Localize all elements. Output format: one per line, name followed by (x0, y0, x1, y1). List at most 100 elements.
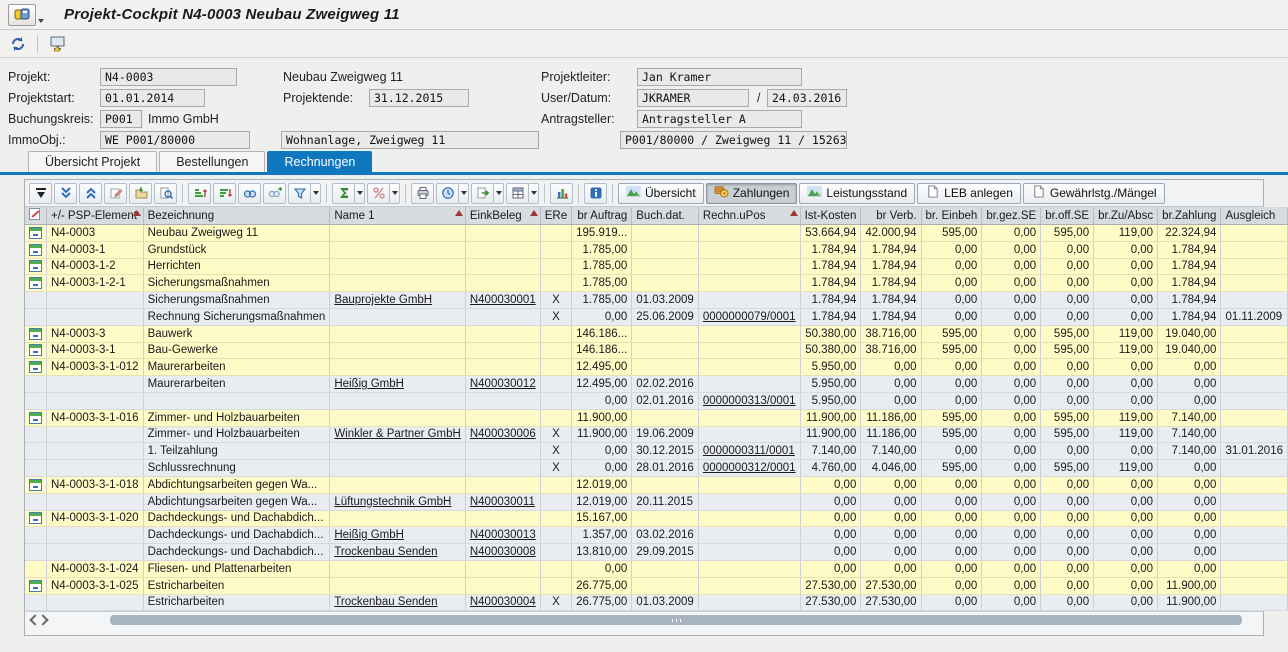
filter-button[interactable] (288, 183, 311, 204)
sort-ascending-button[interactable] (79, 183, 102, 204)
sum-button[interactable] (332, 183, 355, 204)
table-row[interactable]: N4-0003-3-1-016Zimmer- und Holzbauarbeit… (25, 409, 1288, 426)
leistungsstand-button[interactable]: Leistungsstand (799, 183, 915, 204)
rechnupos-link[interactable]: 0000000313/0001 (703, 395, 796, 407)
display-views-menu-caret[interactable] (459, 183, 469, 204)
-bersicht-button[interactable]: Übersicht (618, 183, 704, 204)
immoobj-description-field[interactable]: Wohnanlage, Zweigweg 11 (281, 131, 539, 149)
sort-bars-ascending-button[interactable] (188, 183, 211, 204)
rechnupos-link[interactable]: 0000000311/0001 (703, 445, 795, 457)
horizontal-scrollbar-thumb[interactable] (110, 615, 1242, 625)
copy-view-button[interactable] (129, 183, 152, 204)
binoculars-find-button[interactable] (238, 183, 261, 204)
hierarchy-node-icon[interactable] (29, 412, 42, 424)
info-button[interactable] (584, 183, 607, 204)
column-header-psp[interactable]: +/- PSP-Element (47, 207, 144, 225)
hierarchy-node-icon[interactable] (29, 227, 42, 239)
column-header-ere[interactable]: ERe (540, 207, 571, 225)
column-header-bez[interactable]: Bezeichnung (143, 207, 330, 225)
column-header-rechnupos[interactable]: Rechn.uPos (698, 207, 800, 225)
name1-link[interactable]: Lüftungstechnik GmbH (334, 496, 451, 508)
column-header-buchdat[interactable]: Buch.dat. (632, 207, 699, 225)
beleg-link[interactable]: N400030008 (470, 546, 536, 558)
immo-address-field[interactable]: P001/80000 / Zweigweg 11 / 15263 Oranien… (620, 131, 847, 149)
tab-rechnungen[interactable]: Rechnungen (267, 151, 372, 172)
chart-button[interactable] (550, 183, 573, 204)
print-button[interactable] (411, 183, 434, 204)
hierarchy-node-icon[interactable] (29, 580, 42, 592)
column-header-off[interactable]: br.off.SE (1041, 207, 1094, 225)
table-row[interactable]: 1. TeilzahlungX0,0030.12.20150000000311/… (25, 443, 1288, 460)
edit-button[interactable] (104, 183, 127, 204)
subtotal-button[interactable] (367, 183, 390, 204)
beleg-link[interactable]: N400030001 (470, 294, 536, 306)
datum-field[interactable]: 24.03.2016 (767, 89, 847, 107)
column-header-marker[interactable] (25, 207, 47, 225)
hierarchy-node-icon[interactable] (29, 512, 42, 524)
table-row[interactable]: EstricharbeitenTrockenbau SendenN4000300… (25, 594, 1288, 611)
beleg-link[interactable]: N400030012 (470, 378, 536, 390)
export-menu-caret[interactable] (494, 183, 504, 204)
services-menu-button[interactable] (8, 4, 36, 26)
rechnupos-link[interactable]: 0000000312/0001 (703, 462, 796, 474)
table-row[interactable]: N4-0003-3-1-020Dachdeckungs- und Dachabd… (25, 510, 1288, 527)
table-row[interactable]: N4-0003-3-1-025Estricharbeiten26.775,002… (25, 577, 1288, 594)
hierarchy-node-icon[interactable] (29, 344, 42, 356)
table-row[interactable]: N4-0003Neubau Zweigweg 11195.919...53.66… (25, 225, 1288, 242)
antragsteller-field[interactable]: Antragsteller A (637, 110, 802, 128)
projektende-field[interactable]: 31.12.2015 (369, 89, 469, 107)
user-field[interactable]: JKRAMER (637, 89, 749, 107)
binoculars-find-next-button[interactable] (263, 183, 286, 204)
column-header-zuabsc[interactable]: br.Zu/Absc (1094, 207, 1158, 225)
hierarchy-node-icon[interactable] (29, 479, 42, 491)
beleg-link[interactable]: N400030004 (470, 596, 536, 608)
column-header-name1[interactable]: Name 1 (330, 207, 466, 225)
name1-link[interactable]: Heißig GmbH (334, 378, 404, 390)
zahlungen-button[interactable]: Zahlungen (706, 183, 798, 204)
table-row[interactable]: N4-0003-1Grundstück1.785,001.784,941.784… (25, 241, 1288, 258)
column-header-auftrag[interactable]: br Auftrag (572, 207, 632, 225)
services-menu-caret[interactable] (36, 4, 46, 26)
column-header-ausgleich[interactable]: Ausgleich (1221, 207, 1288, 225)
name1-link[interactable]: Heißig GmbH (334, 529, 404, 541)
name1-link[interactable]: Trockenbau Senden (334, 596, 437, 608)
tab--bersicht-projekt[interactable]: Übersicht Projekt (28, 151, 157, 172)
sum-menu-caret[interactable] (355, 183, 365, 204)
column-header-zahlung[interactable]: br.Zahlung (1158, 207, 1221, 225)
scroll-right-icon[interactable] (39, 615, 48, 624)
hierarchy-node-icon[interactable] (29, 244, 42, 256)
rechnupos-link[interactable]: 0000000079/0001 (703, 311, 796, 323)
filter-menu-caret[interactable] (311, 183, 321, 204)
find-page-button[interactable] (154, 183, 177, 204)
buchungskreis-field[interactable]: P001 (100, 110, 142, 128)
hierarchy-node-icon[interactable] (29, 277, 42, 289)
refresh-button[interactable] (6, 33, 30, 55)
display-views-button[interactable] (436, 183, 459, 204)
table-row[interactable]: MaurerarbeitenHeißig GmbHN40003001212.49… (25, 376, 1288, 393)
table-row[interactable]: N4-0003-1-2-1Sicherungsmaßnahmen1.785,00… (25, 275, 1288, 292)
table-row[interactable]: N4-0003-3-1-024Fliesen- und Plattenarbei… (25, 560, 1288, 577)
table-row[interactable]: Abdichtungsarbeiten gegen Wa...Lüftungst… (25, 493, 1288, 510)
table-row[interactable]: Rechnung SicherungsmaßnahmenX0,0025.06.2… (25, 308, 1288, 325)
leb-anlegen-button[interactable]: LEB anlegen (917, 183, 1021, 204)
table-row[interactable]: 0,0002.01.20160000000313/00015.950,000,0… (25, 392, 1288, 409)
layout-button[interactable] (506, 183, 529, 204)
column-header-gez[interactable]: br.gez.SE (982, 207, 1041, 225)
horizontal-scrollbar-track[interactable] (50, 615, 1260, 625)
monitor-button[interactable] (45, 33, 69, 55)
beleg-link[interactable]: N400030013 (470, 529, 536, 541)
projektstart-field[interactable]: 01.01.2014 (100, 89, 205, 107)
hierarchy-node-icon[interactable] (29, 260, 42, 272)
name1-link[interactable]: Bauprojekte GmbH (334, 294, 432, 306)
column-header-beleg[interactable]: EinkBeleg (465, 207, 540, 225)
details-button[interactable] (29, 183, 52, 204)
table-row[interactable]: Dachdeckungs- und Dachabdich...Heißig Gm… (25, 527, 1288, 544)
layout-menu-caret[interactable] (529, 183, 539, 204)
tab-bestellungen[interactable]: Bestellungen (159, 151, 265, 172)
column-header-einbeh[interactable]: br. Einbeh (921, 207, 982, 225)
subtotal-menu-caret[interactable] (390, 183, 400, 204)
table-row[interactable]: N4-0003-3Bauwerk146.186...50.380,0038.71… (25, 325, 1288, 342)
sort-bars-descending-button[interactable] (213, 183, 236, 204)
gew-hrlstg-m-ngel-button[interactable]: Gewährlstg./Mängel (1023, 183, 1165, 204)
beleg-link[interactable]: N400030006 (470, 428, 536, 440)
